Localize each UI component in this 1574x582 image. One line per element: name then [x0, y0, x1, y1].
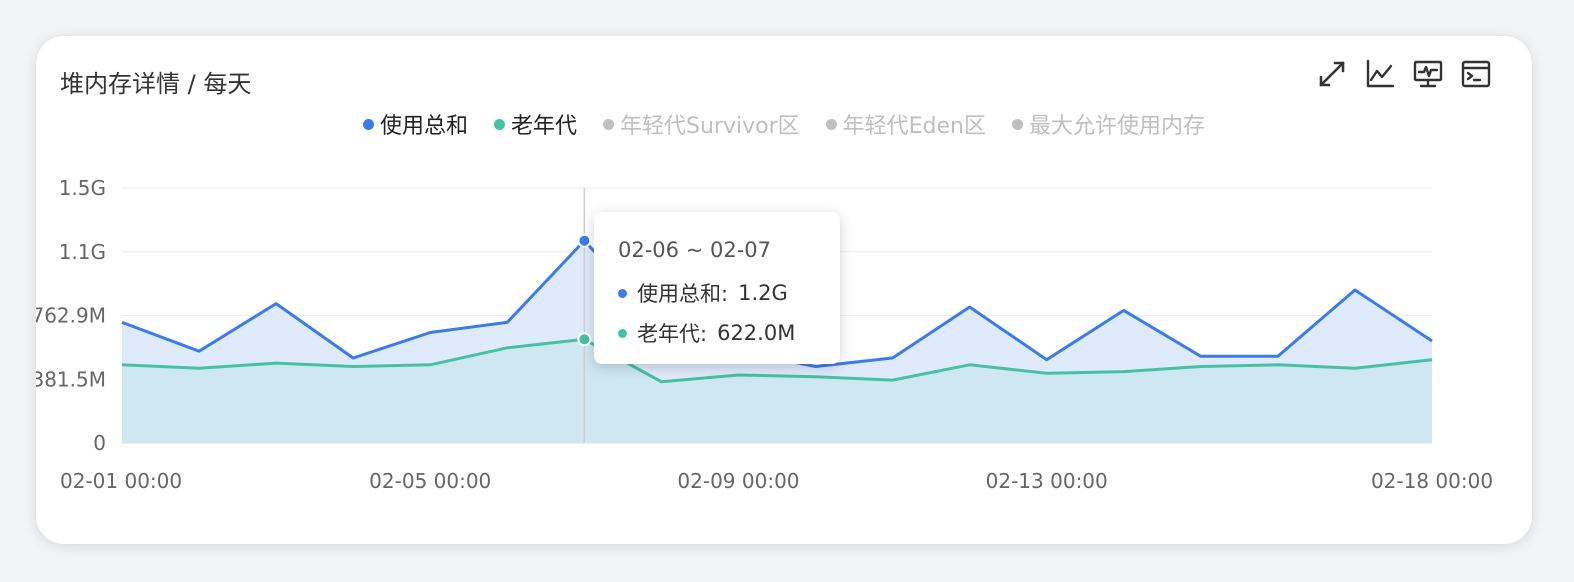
- heap-memory-card: 堆内存详情 / 每天 使用总和 老年代 年轻代Survivor区 年轻代Eden…: [36, 36, 1532, 544]
- tooltip-dot-total: [618, 288, 627, 298]
- y-tick-label: 381.5M: [36, 367, 106, 391]
- y-tick-label: 1.1G: [59, 240, 106, 264]
- y-tick-label: 0: [93, 431, 106, 455]
- x-tick-label: 02-05 00:00: [369, 469, 491, 493]
- tooltip-dot-old-gen: [618, 328, 627, 338]
- tooltip-value-total: 1.2G: [738, 281, 788, 305]
- chart-tooltip: 02-06 ~ 02-07 使用总和: 1.2G 老年代: 622.0M: [594, 212, 840, 364]
- tooltip-date: 02-06 ~ 02-07: [618, 238, 771, 262]
- tooltip-row-total: 使用总和: 1.2G: [618, 278, 788, 308]
- y-tick-label: 762.9M: [36, 304, 106, 328]
- x-tick-label: 02-01 00:00: [60, 469, 182, 493]
- x-tick-label: 02-18 00:00: [1371, 469, 1493, 493]
- x-tick-label: 02-13 00:00: [986, 469, 1108, 493]
- y-tick-label: 1.5G: [59, 176, 106, 200]
- x-tick-label: 02-09 00:00: [677, 469, 799, 493]
- highlight-point-old-gen: [577, 332, 592, 347]
- tooltip-value-old-gen: 622.0M: [717, 321, 796, 345]
- tooltip-row-old-gen: 老年代: 622.0M: [618, 318, 795, 348]
- highlight-point-total: [577, 233, 592, 248]
- tooltip-label-old-gen: 老年代:: [637, 322, 708, 346]
- tooltip-label-total: 使用总和:: [637, 282, 729, 306]
